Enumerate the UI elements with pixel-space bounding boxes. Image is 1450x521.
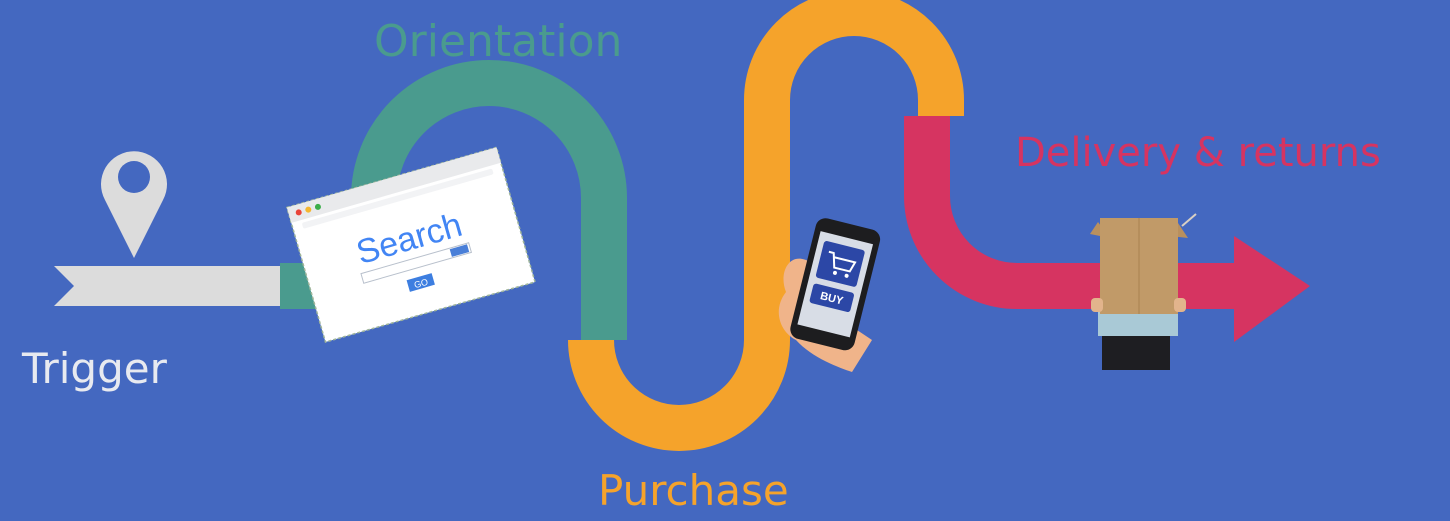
stage-label-trigger: Trigger <box>22 344 167 393</box>
purchase-path <box>568 0 964 451</box>
stage-label-delivery: Delivery & returns <box>1015 130 1381 176</box>
arrow-right-icon <box>1234 236 1310 342</box>
customer-journey-diagram: Search GO BUY <box>54 0 1310 451</box>
stage-label-purchase: Purchase <box>598 466 789 515</box>
search-browser-illustration: Search GO <box>285 146 536 343</box>
phone-illustration: BUY <box>778 218 881 372</box>
trigger-ribbon <box>54 266 280 306</box>
location-pin-icon <box>101 151 168 258</box>
stage-label-orientation: Orientation <box>374 16 623 67</box>
